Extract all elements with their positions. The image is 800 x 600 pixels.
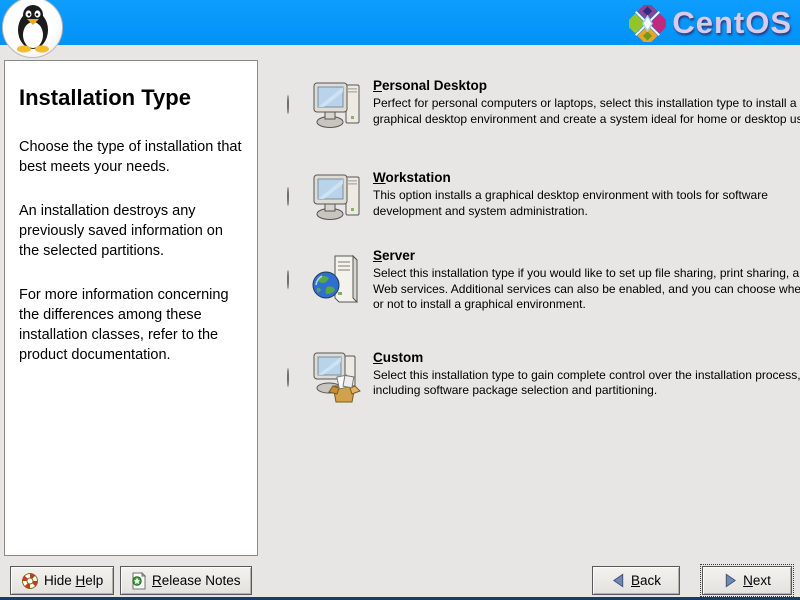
brand-wordmark: CentOS bbox=[672, 5, 792, 41]
workstation-computer-icon bbox=[311, 170, 363, 224]
desktop-computer-icon bbox=[311, 78, 363, 132]
back-button[interactable]: Back bbox=[592, 566, 680, 595]
radio-server[interactable] bbox=[287, 270, 289, 289]
tux-logo-badge bbox=[2, 0, 63, 58]
radio-personal-desktop[interactable] bbox=[287, 95, 289, 114]
option-label: Workstation bbox=[373, 170, 800, 185]
tux-penguin-icon bbox=[12, 3, 54, 53]
option-description: This option installs a graphical desktop… bbox=[373, 188, 800, 219]
option-server[interactable]: Server Select this installation type if … bbox=[287, 248, 787, 313]
life-buoy-icon bbox=[21, 572, 39, 590]
option-custom[interactable]: Custom Select this installation type to … bbox=[287, 350, 787, 406]
option-label: Custom bbox=[373, 350, 800, 365]
centos-symbol-icon bbox=[629, 5, 666, 42]
help-paragraph: Choose the type of installation that bes… bbox=[19, 137, 243, 177]
hide-help-button[interactable]: Hide Help bbox=[10, 566, 114, 595]
hide-help-label: Hide Help bbox=[44, 573, 103, 588]
option-label: Personal Desktop bbox=[373, 78, 800, 93]
back-label: Back bbox=[631, 573, 661, 588]
help-paragraph: An installation destroys any previously … bbox=[19, 201, 243, 261]
release-notes-button[interactable]: Release Notes bbox=[120, 566, 252, 595]
help-paragraph: For more information concerning the diff… bbox=[19, 285, 243, 365]
next-button[interactable]: Next bbox=[702, 566, 792, 595]
radio-workstation[interactable] bbox=[287, 187, 289, 206]
server-tower-globe-icon bbox=[311, 252, 363, 308]
option-description: Select this installation type to gain co… bbox=[373, 368, 800, 399]
back-arrow-icon bbox=[611, 573, 626, 588]
release-notes-label: Release Notes bbox=[152, 573, 241, 588]
page-title: Installation Type bbox=[19, 85, 243, 111]
computer-open-box-icon bbox=[311, 350, 363, 406]
option-description: Select this installation type if you wou… bbox=[373, 266, 800, 313]
installation-type-options: Personal Desktop Perfect for personal co… bbox=[287, 78, 787, 406]
release-notes-icon bbox=[131, 572, 147, 590]
radio-custom[interactable] bbox=[287, 368, 289, 387]
centos-brand: CentOS bbox=[629, 4, 792, 42]
next-label: Next bbox=[743, 573, 771, 588]
option-workstation[interactable]: Workstation This option installs a graph… bbox=[287, 170, 787, 224]
option-label: Server bbox=[373, 248, 800, 263]
help-panel: Installation Type Choose the type of ins… bbox=[4, 60, 258, 556]
next-arrow-icon bbox=[723, 573, 738, 588]
option-description: Perfect for personal computers or laptop… bbox=[373, 96, 800, 127]
option-personal-desktop[interactable]: Personal Desktop Perfect for personal co… bbox=[287, 78, 787, 132]
